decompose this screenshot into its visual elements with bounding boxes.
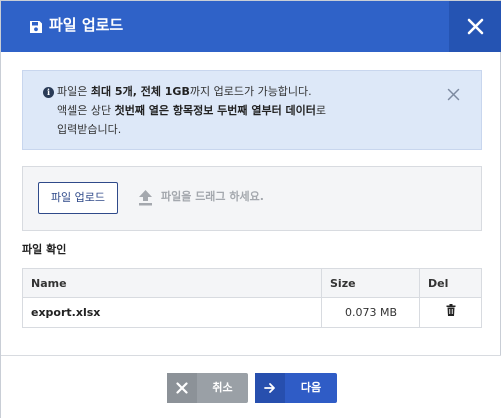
file-drop-zone[interactable]: 파일 업로드 파일을 드래그 하세요. xyxy=(22,166,482,231)
table-header-row: Name Size Del xyxy=(23,269,481,298)
dialog-footer: 취소 다음 xyxy=(1,355,501,419)
upload-notice: i 파일은 최대 5개, 전체 1GB까지 업로드가 가능합니다. 액셀은 상단… xyxy=(22,70,482,150)
next-label: 다음 xyxy=(300,381,322,394)
notice-line-3: 입력받습니다. xyxy=(57,123,122,136)
table-row: export.xlsx 0.073 MB xyxy=(23,298,481,327)
upload-arrow-icon xyxy=(138,189,153,206)
notice-text: 파일은 xyxy=(57,85,91,98)
info-icon: i xyxy=(43,87,54,98)
close-icon xyxy=(467,18,484,35)
file-upload-button[interactable]: 파일 업로드 xyxy=(38,182,118,214)
notice-text: 액셀은 상단 xyxy=(57,104,115,117)
notice-emphasis: 첫번째 열은 항목정보 두번째 열부터 데이터 xyxy=(114,104,316,117)
arrow-right-icon xyxy=(264,383,275,393)
column-header-name: Name xyxy=(23,269,322,297)
next-icon-box xyxy=(255,373,285,403)
dialog-header: 파일 업로드 xyxy=(1,1,501,52)
trash-icon[interactable] xyxy=(446,298,456,327)
close-icon xyxy=(176,382,188,394)
file-size-cell: 0.073 MB xyxy=(322,298,420,327)
dialog-close-button[interactable] xyxy=(449,1,501,52)
file-delete-cell xyxy=(420,298,481,327)
notice-text: 로 xyxy=(315,104,327,117)
column-header-del: Del xyxy=(428,277,449,290)
dialog-title: 파일 업로드 xyxy=(49,16,124,34)
next-button[interactable]: 다음 xyxy=(255,373,337,403)
column-header-size: Size xyxy=(322,269,420,297)
notice-line-1: 파일은 최대 5개, 전체 1GB까지 업로드가 가능합니다. xyxy=(57,84,312,100)
notice-text: 까지 업로드가 가능합니다. xyxy=(189,85,312,98)
notice-emphasis: 최대 5개, 전체 1GB xyxy=(90,85,190,98)
cancel-icon-box xyxy=(167,373,197,403)
file-name-cell: export.xlsx xyxy=(23,298,322,327)
save-disk-icon xyxy=(29,19,43,33)
cancel-button[interactable]: 취소 xyxy=(167,373,248,403)
cancel-label: 취소 xyxy=(212,381,233,394)
drop-hint-text: 파일을 드래그 하세요. xyxy=(161,190,264,203)
file-check-title: 파일 확인 xyxy=(22,243,67,256)
file-table: Name Size Del export.xlsx 0.073 MB xyxy=(22,268,482,328)
notice-line-2: 액셀은 상단 첫번째 열은 항목정보 두번째 열부터 데이터로 xyxy=(57,103,326,119)
notice-close-button[interactable] xyxy=(447,86,460,101)
file-upload-dialog: 파일 업로드 i 파일은 최대 5개, 전체 1GB까지 업로드가 가능합니다.… xyxy=(0,0,501,419)
close-icon xyxy=(447,88,460,101)
